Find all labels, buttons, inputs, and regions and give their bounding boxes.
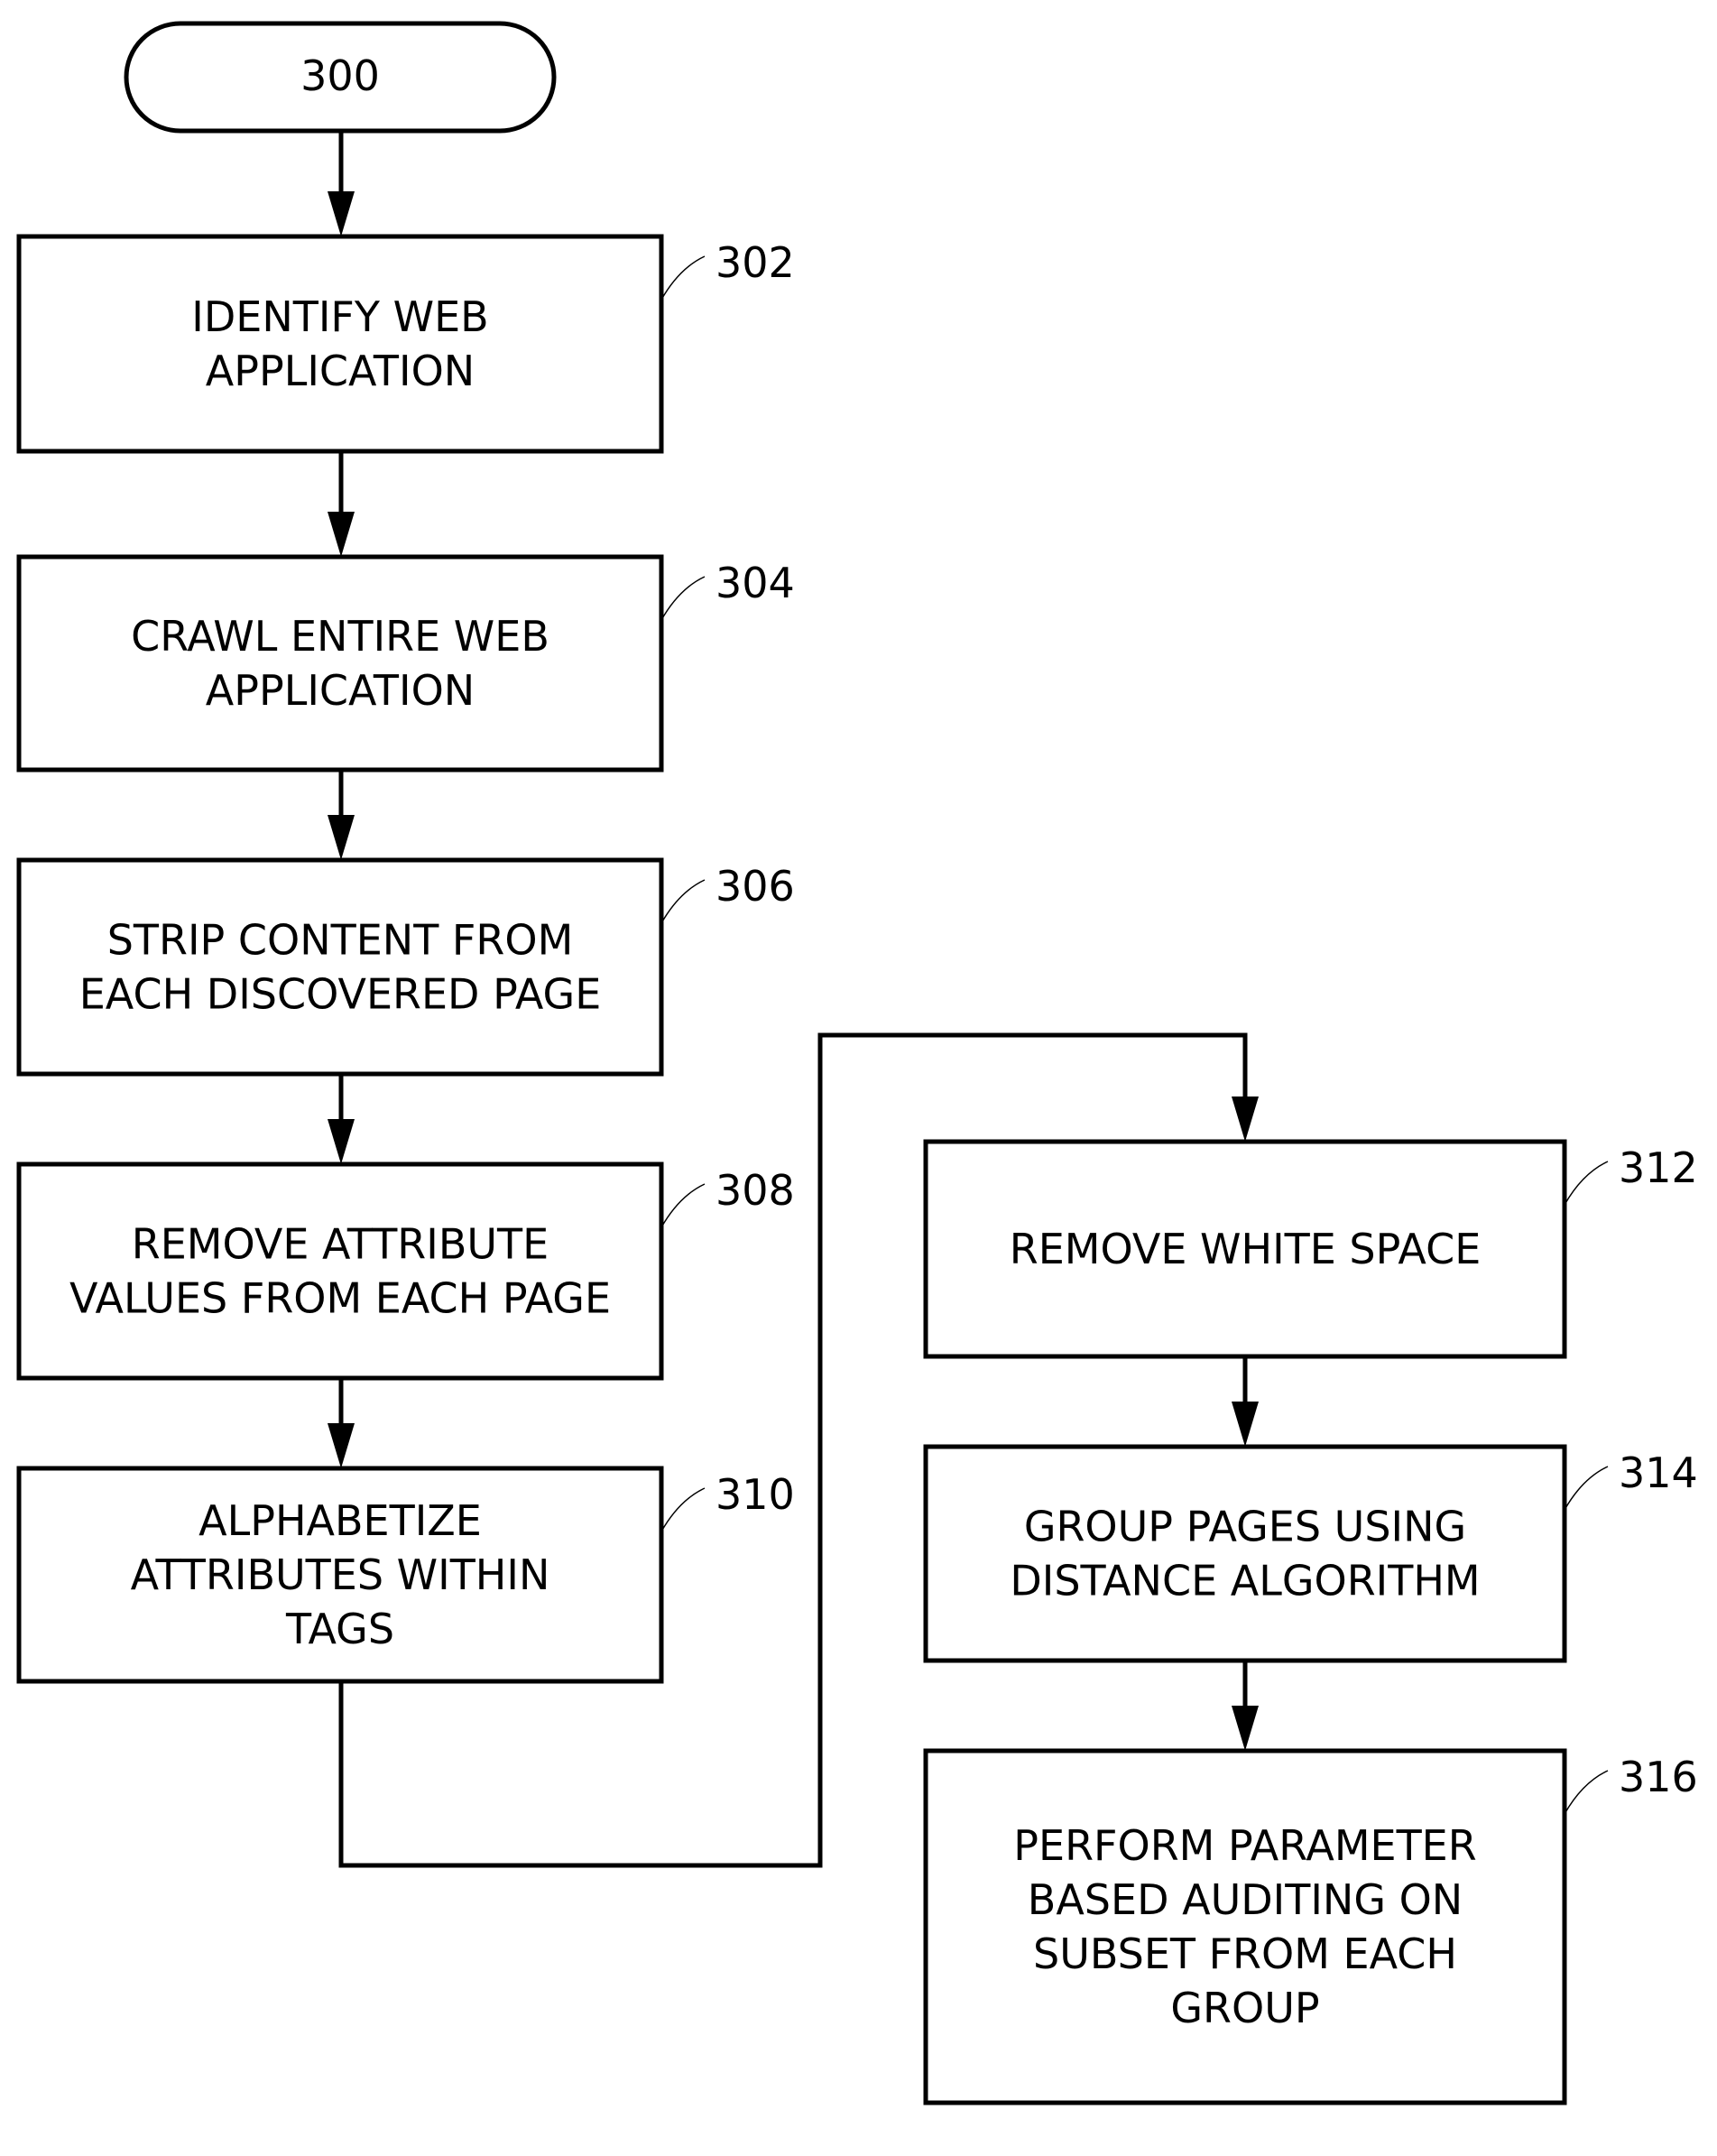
step-text-line: APPLICATION [206, 666, 475, 715]
step-text-line: EACH DISCOVERED PAGE [79, 970, 602, 1019]
step-text-line: BASED AUDITING ON [1028, 1875, 1463, 1924]
flow-arrow [328, 770, 355, 860]
step-text-line: DISTANCE ALGORITHM [1010, 1557, 1480, 1605]
leader-line [660, 255, 706, 301]
step-box [16, 1161, 664, 1381]
step-box [16, 554, 664, 773]
leader-line [660, 1183, 706, 1228]
arrowhead-icon [328, 191, 355, 236]
arrowhead-icon [1232, 1097, 1259, 1142]
start-ref-label: 300 [300, 51, 380, 100]
reference-numeral: 302 [715, 238, 795, 287]
step-text-line: TAGS [285, 1605, 394, 1653]
flow-arrow [328, 451, 355, 557]
step-310: ALPHABETIZE ATTRIBUTES WITHIN TAGS 310 [16, 1466, 795, 1684]
arrowhead-icon [328, 512, 355, 557]
step-box [16, 234, 664, 454]
step-text-line: ALPHABETIZE [198, 1496, 482, 1545]
step-text-line: STRIP CONTENT FROM [107, 916, 574, 965]
step-box [923, 1748, 1567, 2105]
arrowhead-icon [328, 815, 355, 860]
leader-line [660, 879, 706, 924]
step-306: STRIP CONTENT FROM EACH DISCOVERED PAGE 30… [16, 857, 795, 1077]
step-text-line: VALUES FROM EACH PAGE [69, 1274, 611, 1323]
reference-numeral: 304 [715, 559, 795, 607]
arrowhead-icon [1232, 1402, 1259, 1447]
arrowhead-icon [328, 1119, 355, 1164]
step-316: PERFORM PARAMETER BASED AUDITING ON SUBSET… [923, 1748, 1698, 2105]
step-text-line: CRAWL ENTIRE WEB [131, 612, 549, 661]
start-terminator: 300 [124, 21, 557, 134]
leader-line [1564, 1161, 1609, 1206]
flow-arrow [328, 1074, 355, 1164]
step-text-line: APPLICATION [206, 347, 475, 395]
step-text-line: GROUP [1170, 1984, 1319, 2032]
reference-numeral: 314 [1619, 1448, 1698, 1497]
leader-line [660, 576, 706, 621]
step-text-line: GROUP PAGES USING [1024, 1503, 1466, 1551]
flow-arrow [328, 131, 355, 236]
flow-arrow [1232, 1356, 1259, 1447]
reference-numeral: 308 [715, 1166, 795, 1215]
step-text-line: IDENTIFY WEB [191, 292, 488, 341]
step-text-line: SUBSET FROM EACH [1033, 1929, 1457, 1978]
step-text-line: ATTRIBUTES WITHIN [131, 1550, 550, 1599]
step-314: GROUP PAGES USING DISTANCE ALGORITHM 314 [923, 1444, 1698, 1663]
flow-arrow [328, 1378, 355, 1468]
step-box [16, 857, 664, 1077]
reference-numeral: 310 [715, 1470, 795, 1519]
step-text-line: REMOVE ATTRIBUTE [132, 1220, 549, 1269]
leader-line [1564, 1466, 1609, 1511]
step-302: IDENTIFY WEB APPLICATION 302 [16, 234, 795, 454]
step-box [923, 1444, 1567, 1663]
reference-numeral: 312 [1619, 1143, 1698, 1192]
flowchart: 300 IDENTIFY WEB APPLICATION 302 CRAWL ENTI… [16, 21, 1698, 2105]
reference-numeral: 316 [1619, 1753, 1698, 1801]
step-312: REMOVE WHITE SPACE 312 [923, 1139, 1698, 1359]
flow-arrow [1232, 1661, 1259, 1751]
step-304: CRAWL ENTIRE WEB APPLICATION 304 [16, 554, 795, 773]
leader-line [1564, 1770, 1609, 1815]
arrowhead-icon [328, 1423, 355, 1468]
reference-numeral: 306 [715, 862, 795, 911]
leader-line [660, 1487, 706, 1532]
step-text-line: PERFORM PARAMETER [1013, 1821, 1476, 1870]
step-308: REMOVE ATTRIBUTE VALUES FROM EACH PAGE 308 [16, 1161, 795, 1381]
arrowhead-icon [1232, 1706, 1259, 1751]
step-boxes: IDENTIFY WEB APPLICATION 302 CRAWL ENTIRE W… [16, 234, 1698, 2105]
step-text-line: REMOVE WHITE SPACE [1010, 1225, 1482, 1273]
